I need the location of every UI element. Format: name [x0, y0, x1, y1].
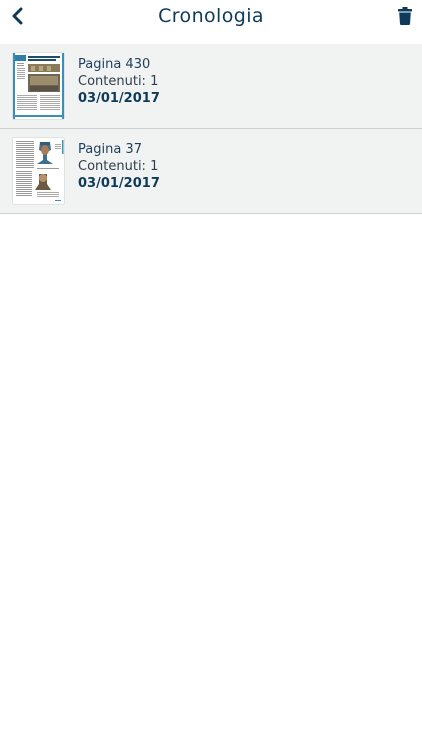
contents-count: Contenuti: 1	[78, 74, 159, 89]
trash-icon	[398, 7, 412, 25]
delete-history-button[interactable]	[396, 5, 414, 27]
page-number: Pagina 37	[78, 142, 142, 157]
history-item-info: Pagina 430 Contenuti: 1 03/01/2017	[78, 56, 160, 107]
page-thumbnail	[13, 138, 64, 204]
history-screen: Cronologia Pagina 430 Contenuti: 1 03/01…	[0, 0, 422, 750]
visit-date: 03/01/2017	[78, 176, 160, 191]
page-number: Pagina 430	[78, 57, 151, 72]
contents-count: Contenuti: 1	[78, 159, 159, 174]
visit-date: 03/01/2017	[78, 91, 160, 106]
history-item[interactable]: Pagina 37 Contenuti: 1 03/01/2017	[0, 129, 422, 214]
page-title: Cronologia	[158, 5, 264, 27]
history-list: Pagina 430 Contenuti: 1 03/01/2017 Pagin…	[0, 44, 422, 214]
page-thumbnail	[13, 53, 64, 119]
history-item[interactable]: Pagina 430 Contenuti: 1 03/01/2017	[0, 44, 422, 129]
history-item-info: Pagina 37 Contenuti: 1 03/01/2017	[78, 141, 160, 192]
navigation-bar: Cronologia	[0, 0, 422, 44]
